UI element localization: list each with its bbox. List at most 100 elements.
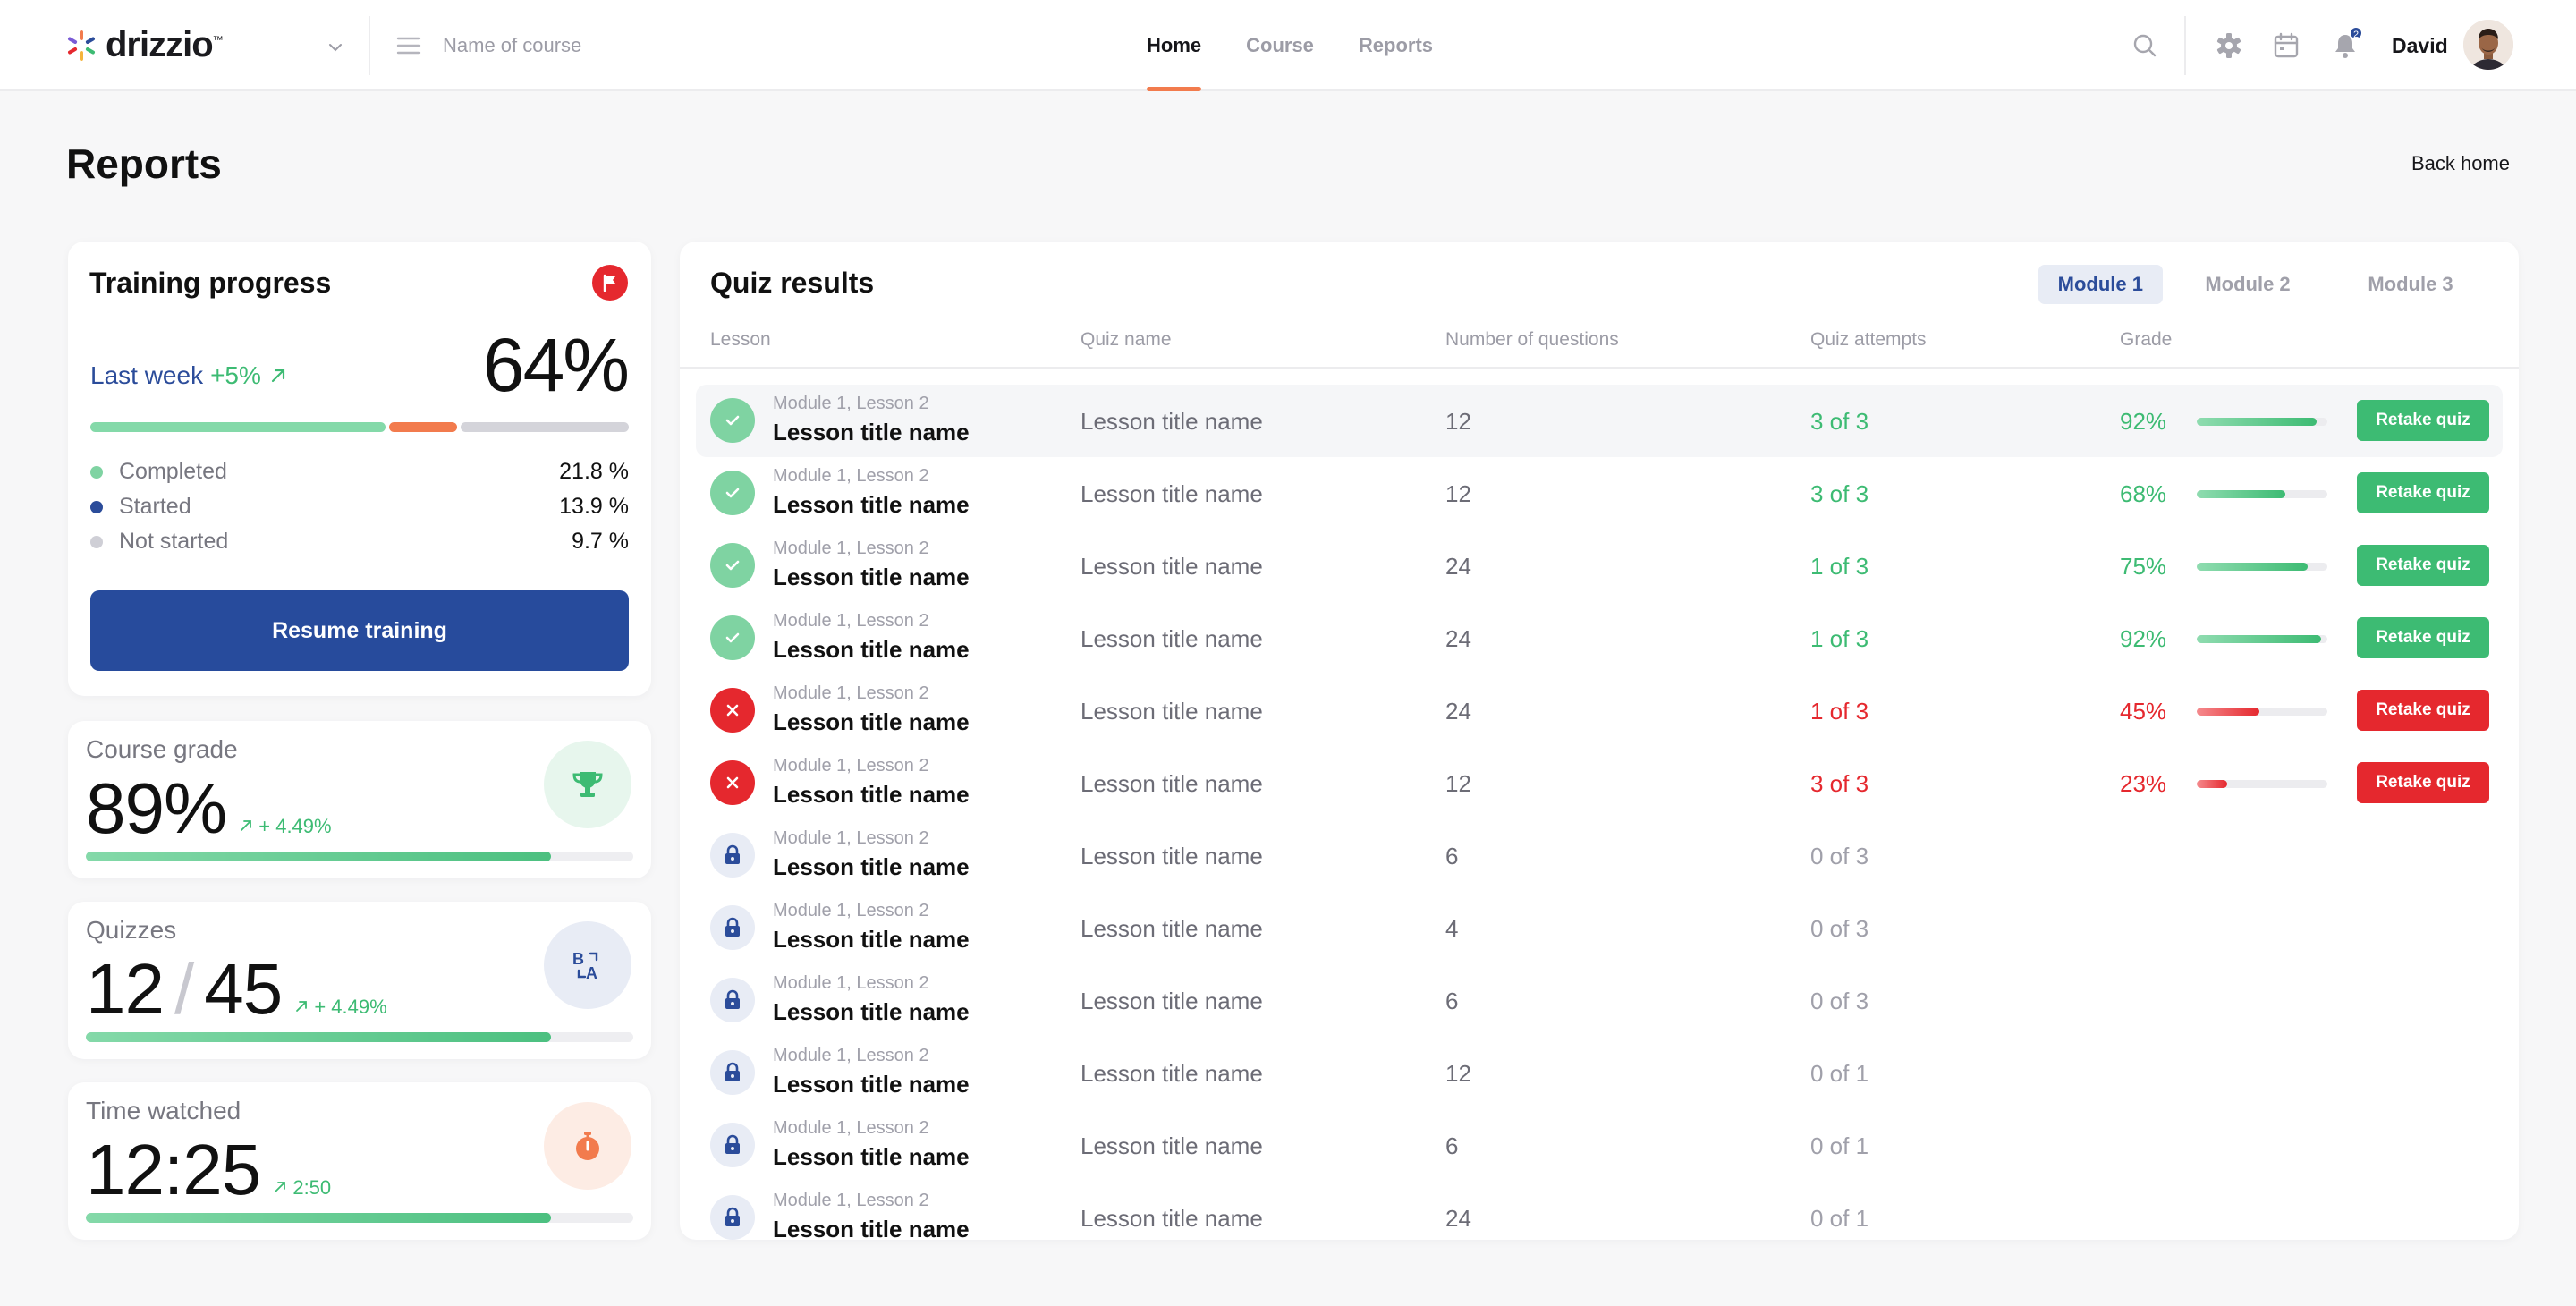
lesson-title[interactable]: Lesson title name [773, 853, 970, 881]
course-name[interactable]: Name of course [443, 34, 581, 57]
lesson-title[interactable]: Lesson title name [773, 419, 970, 446]
arrow-up-right-icon [275, 1182, 286, 1192]
quizzes-done: 12 [86, 949, 165, 1029]
grade-value: 75% [2120, 553, 2167, 580]
quiz-attempts: 3 of 3 [1810, 408, 1869, 435]
progress-fill [86, 1213, 552, 1223]
column-header-lesson[interactable]: Lesson [710, 329, 771, 351]
lesson-title[interactable]: Lesson title name [773, 1216, 970, 1240]
quiz-attempts: 1 of 3 [1810, 698, 1869, 725]
calendar-button[interactable] [2270, 30, 2302, 62]
lesson-module: Module 1, Lesson 2 [773, 466, 929, 486]
segment-completed [90, 422, 386, 432]
table-row[interactable]: Module 1, Lesson 2 Lesson title name Lesso… [696, 747, 2503, 819]
trophy-icon [572, 772, 603, 797]
lesson-title[interactable]: Lesson title name [773, 998, 970, 1026]
menu-button[interactable] [395, 32, 422, 59]
settings-button[interactable] [2213, 30, 2245, 62]
question-count: 6 [1445, 988, 1459, 1014]
retake-quiz-button[interactable]: Retake quiz [2357, 545, 2489, 586]
table-row[interactable]: Module 1, Lesson 2 Lesson title name Lesso… [696, 819, 2503, 892]
lesson-title[interactable]: Lesson title name [773, 1071, 970, 1098]
lesson-title[interactable]: Lesson title name [773, 926, 970, 954]
grade-bar-fill [2197, 635, 2321, 643]
flag-button[interactable] [592, 265, 628, 301]
retake-quiz-button[interactable]: Retake quiz [2357, 690, 2489, 731]
header-divider [369, 16, 370, 75]
table-row[interactable]: Module 1, Lesson 2 Lesson title name Lesso… [696, 457, 2503, 530]
user-name[interactable]: David [2392, 34, 2448, 58]
legend-dot-completed [90, 465, 103, 479]
table-row[interactable]: Module 1, Lesson 2 Lesson title name Lesso… [696, 530, 2503, 602]
retake-quiz-button[interactable]: Retake quiz [2357, 617, 2489, 658]
lesson-title[interactable]: Lesson title name [773, 708, 970, 736]
course-dropdown-button[interactable] [322, 34, 349, 61]
status-passed [710, 615, 755, 660]
lock-icon [725, 917, 740, 937]
tab-module-1[interactable]: Module 1 [2038, 265, 2163, 304]
retake-quiz-button[interactable]: Retake quiz [2357, 472, 2489, 513]
table-row[interactable]: Module 1, Lesson 2 Lesson title name Lesso… [696, 385, 2503, 457]
column-header-grade[interactable]: Grade [2120, 329, 2172, 351]
resume-training-button[interactable]: Resume training [90, 590, 629, 671]
status-locked [710, 905, 755, 950]
table-row[interactable]: Module 1, Lesson 2 Lesson title name Lesso… [696, 892, 2503, 964]
lesson-title[interactable]: Lesson title name [773, 564, 970, 591]
lesson-title[interactable]: Lesson title name [773, 636, 970, 664]
nav-tab-reports[interactable]: Reports [1359, 0, 1433, 91]
quiz-attempts: 3 of 3 [1810, 770, 1869, 797]
quiz-name: Lesson title name [1080, 915, 1263, 942]
search-icon [2133, 34, 2157, 57]
nav-tab-home[interactable]: Home [1147, 0, 1202, 91]
retake-quiz-button[interactable]: Retake quiz [2357, 762, 2489, 803]
grade-bar [2197, 490, 2327, 498]
lesson-module: Module 1, Lesson 2 [773, 611, 929, 631]
stopwatch-icon [576, 1132, 599, 1160]
quiz-name: Lesson title name [1080, 408, 1263, 435]
column-header-questions[interactable]: Number of questions [1445, 329, 1619, 351]
quiz-attempts: 0 of 1 [1810, 1132, 1869, 1159]
table-row[interactable]: Module 1, Lesson 2 Lesson title name Lesso… [696, 1037, 2503, 1109]
avatar[interactable] [2463, 20, 2513, 70]
retake-quiz-button[interactable]: Retake quiz [2357, 400, 2489, 441]
quiz-badge: B A [544, 921, 631, 1009]
table-row[interactable]: Module 1, Lesson 2 Lesson title name Lesso… [696, 674, 2503, 747]
table-row[interactable]: Module 1, Lesson 2 Lesson title name Lesso… [696, 602, 2503, 674]
table-row[interactable]: Module 1, Lesson 2 Lesson title name Lesso… [696, 1109, 2503, 1182]
flag-icon [603, 274, 615, 292]
lesson-title[interactable]: Lesson title name [773, 1143, 970, 1171]
column-header-attempts[interactable]: Quiz attempts [1810, 329, 1927, 351]
table-row[interactable]: Module 1, Lesson 2 Lesson title name Lesso… [696, 964, 2503, 1037]
legend-dot-started [90, 500, 103, 513]
search-button[interactable] [2129, 30, 2161, 62]
tab-module-3[interactable]: Module 3 [2333, 265, 2488, 304]
logo[interactable]: drizzio™ [64, 25, 224, 65]
grade-bar [2197, 780, 2327, 788]
stat-delta: + 4.49% [239, 815, 332, 838]
table-row[interactable]: Module 1, Lesson 2 Lesson title name Lesso… [696, 1182, 2503, 1240]
quiz-attempts: 0 of 3 [1810, 988, 1869, 1014]
question-count: 4 [1445, 915, 1459, 942]
quizzes-total: 45 [204, 949, 283, 1029]
lesson-module: Module 1, Lesson 2 [773, 683, 929, 703]
tab-module-2[interactable]: Module 2 [2170, 265, 2326, 304]
back-home-link[interactable]: Back home [2411, 152, 2510, 175]
quiz-attempts: 0 of 1 [1810, 1060, 1869, 1087]
arrow-up-right-icon [241, 820, 252, 831]
quiz-name: Lesson title name [1080, 698, 1263, 725]
column-header-quiz-name[interactable]: Quiz name [1080, 329, 1172, 351]
time-watched-value: 12:25 [86, 1130, 261, 1209]
notifications-button[interactable]: 2 [2329, 26, 2363, 62]
lock-icon [725, 989, 740, 1009]
status-failed [710, 760, 755, 805]
lesson-title[interactable]: Lesson title name [773, 781, 970, 809]
page-title: Reports [66, 140, 222, 187]
quiz-name: Lesson title name [1080, 625, 1263, 652]
nav-tab-course[interactable]: Course [1246, 0, 1314, 91]
question-count: 12 [1445, 480, 1471, 507]
quiz-attempts: 0 of 3 [1810, 915, 1869, 942]
lesson-title[interactable]: Lesson title name [773, 491, 970, 519]
calendar-icon [2274, 32, 2299, 58]
quiz-attempts: 0 of 1 [1810, 1205, 1869, 1232]
grade-bar [2197, 635, 2327, 643]
